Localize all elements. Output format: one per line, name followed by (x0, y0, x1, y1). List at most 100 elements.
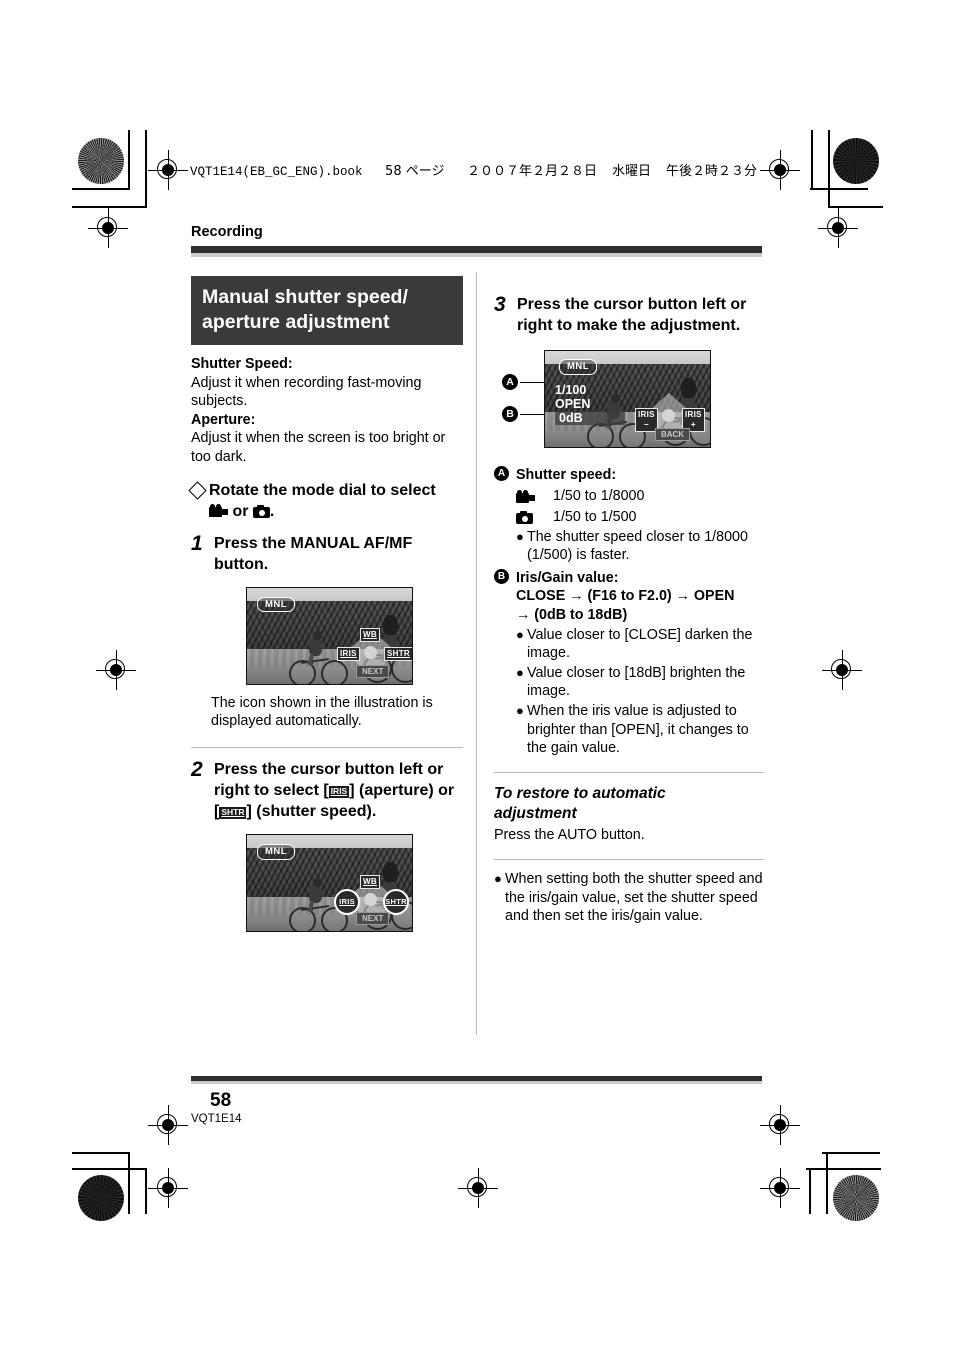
step-3: 3 Press the cursor button left or right … (494, 294, 764, 336)
still-camera-mode-icon (516, 510, 533, 524)
legend-b-note-text: When the iris value is adjusted to brigh… (527, 702, 749, 757)
gain-value: 0dB (555, 411, 625, 425)
section-rule-light (191, 253, 762, 257)
legend-a-note-text: The shutter speed closer to 1/8000 (1/50… (527, 528, 748, 564)
cursor-center (364, 645, 377, 659)
final-note-divider-rule (494, 858, 764, 860)
mnl-badge: MNL (559, 359, 598, 375)
registration-cross-top-left-upper (148, 150, 188, 190)
overlay-button-next[interactable]: NEXT (356, 912, 390, 926)
overlay-button-wb[interactable]: WB (360, 875, 380, 890)
legend-a-row: 1/50 to 1/8000 (516, 487, 764, 506)
mnl-badge: MNL (257, 844, 296, 860)
cursor-control-overlay: IRIS − IRIS + BACK (635, 389, 705, 441)
legend-b-notes: ● Value closer to [CLOSE] darken the ima… (516, 626, 764, 758)
right-column: 3 Press the cursor button left or right … (494, 276, 764, 926)
aperture-heading: Aperture: (191, 411, 256, 428)
crop-line-br-h2 (806, 1168, 881, 1170)
page-number: 58 (210, 1090, 232, 1111)
crop-line-bl-h1 (72, 1152, 130, 1154)
registration-cross-top-right-upper (760, 150, 800, 190)
column-divider (476, 272, 478, 1035)
header-weekday: 水曜日 (612, 164, 652, 179)
legend-a-row-value: 1/50 to 1/500 (553, 508, 637, 525)
overlay-button-wb[interactable]: WB (360, 627, 380, 642)
legend-a-heading: Shutter speed: (516, 467, 617, 483)
bullet-dot-icon: ● (516, 702, 524, 718)
footer-rule-light (191, 1081, 762, 1084)
header-date: ２００７年２月２８日 (466, 164, 597, 179)
step-3-illustration: MNL 1/100 OPEN 0dB IRIS − IRIS + BACK (544, 350, 711, 448)
crop-line-tr-h1 (810, 188, 868, 190)
registration-cross-bottom-right-lower (760, 1168, 800, 1208)
crop-line-tr-v1 (811, 130, 813, 190)
step-1-text: Press the MANUAL AF/MF button. (214, 534, 413, 573)
registration-cross-top-right-lower (818, 208, 858, 248)
step-2-text-c: ] (shutter speed). (246, 803, 377, 821)
cursor-control-overlay: WB IRIS SHTR NEXT (334, 873, 409, 926)
overlay-button-shtr[interactable]: SHTR (384, 646, 412, 661)
callout-marker-b: B (502, 406, 518, 422)
legend-b-body: Iris/Gain value: CLOSE → (F16 to F2.0) →… (516, 569, 734, 625)
bullet-dot-icon: ● (494, 870, 502, 886)
camcorder-mode-icon (209, 503, 228, 518)
step-3-text: Press the cursor button left or right to… (517, 296, 747, 334)
inline-shtr-icon: SHTR (219, 807, 247, 820)
legend-a-row: 1/50 to 1/500 (516, 508, 764, 527)
shutter-speed-heading: Shutter Speed: (191, 356, 293, 372)
inline-iris-icon: IRIS (328, 786, 350, 799)
shutter-speed-text: Adjust it when recording fast-moving sub… (191, 374, 422, 410)
crop-line-bl-v2 (145, 1168, 147, 1214)
cursor-center (364, 893, 377, 907)
step-3-figure: A B MNL 1/100 OPEN 0dB IRIS − IRIS + BAC… (494, 350, 764, 458)
restore-heading-line2: adjustment (494, 805, 577, 823)
bullet-dot-icon: ● (516, 664, 524, 680)
legend-b-note: ● When the iris value is adjusted to bri… (516, 702, 764, 758)
step-divider-rule (191, 746, 463, 749)
page-title-line2: aperture adjustment (202, 311, 390, 333)
legend-b-range-line2: → (0dB to 18dB) (516, 606, 628, 623)
step-1-illustration: MNL WB IRIS SHTR NEXT (246, 586, 413, 685)
step-2-number: 2 (191, 758, 203, 782)
registration-cross-bottom-right-upper (760, 1105, 800, 1145)
legend-a-rows: 1/50 to 1/8000 1/50 to 1/500 ● The shutt… (516, 487, 764, 565)
mnl-badge: MNL (257, 596, 296, 613)
registration-cross-bottom-left-lower (148, 1168, 188, 1208)
registration-cross-bottom-left-upper (148, 1105, 188, 1145)
crop-line-tl-h1 (72, 188, 130, 190)
step-2-illustration: MNL WB IRIS SHTR NEXT (246, 834, 413, 933)
cursor-center (662, 409, 675, 422)
camcorder-mode-icon (516, 489, 535, 504)
registration-burst-bottom-left (78, 1175, 124, 1221)
final-note: ● When setting both the shutter speed an… (494, 870, 764, 926)
restore-heading-line1: To restore to automatic (494, 785, 666, 803)
legend-b-note-text: Value closer to [CLOSE] darken the image… (527, 626, 753, 662)
page-title-line1: Manual shutter speed/ (202, 286, 408, 308)
restore-divider-rule (494, 771, 764, 774)
registration-burst-top-right (833, 138, 879, 184)
crop-line-bl-h2 (72, 1168, 147, 1170)
step-1-number: 1 (191, 531, 203, 555)
print-header-line: VQT1E14(EB_GC_ENG).book 58 ページ ２００７年２月２８… (190, 160, 765, 179)
legend-b: B Iris/Gain value: CLOSE → (F16 to F2.0)… (494, 568, 764, 625)
iris-value: OPEN (555, 397, 591, 411)
document-code: VQT1E14 (191, 1113, 242, 1125)
step-3-number: 3 (494, 293, 506, 316)
exposure-values: 1/100 OPEN 0dB (555, 383, 625, 425)
overlay-button-next[interactable]: NEXT (356, 664, 390, 678)
legend-a-note: ● The shutter speed closer to 1/8000 (1/… (516, 528, 764, 565)
registration-burst-bottom-right (833, 1175, 879, 1221)
crop-line-br-v1 (826, 1152, 828, 1214)
section-rule-dark (191, 246, 762, 253)
registration-cross-top-left-lower (88, 208, 128, 248)
final-note-text: When setting both the shutter speed and … (505, 870, 763, 925)
legend-a-marker: A (494, 466, 509, 481)
overlay-button-iris[interactable]: IRIS (337, 646, 360, 661)
step-2-text: Press the cursor button left or right to… (214, 759, 463, 822)
legend-b-note: ● Value closer to [18dB] brighten the im… (516, 664, 764, 701)
diamond-bullet-icon (188, 480, 207, 500)
registration-cross-mid-left (96, 650, 136, 690)
legend-a: A Shutter speed: (494, 466, 764, 485)
overlay-button-back[interactable]: BACK (655, 428, 691, 441)
legend-b-note-text: Value closer to [18dB] brighten the imag… (527, 664, 746, 700)
